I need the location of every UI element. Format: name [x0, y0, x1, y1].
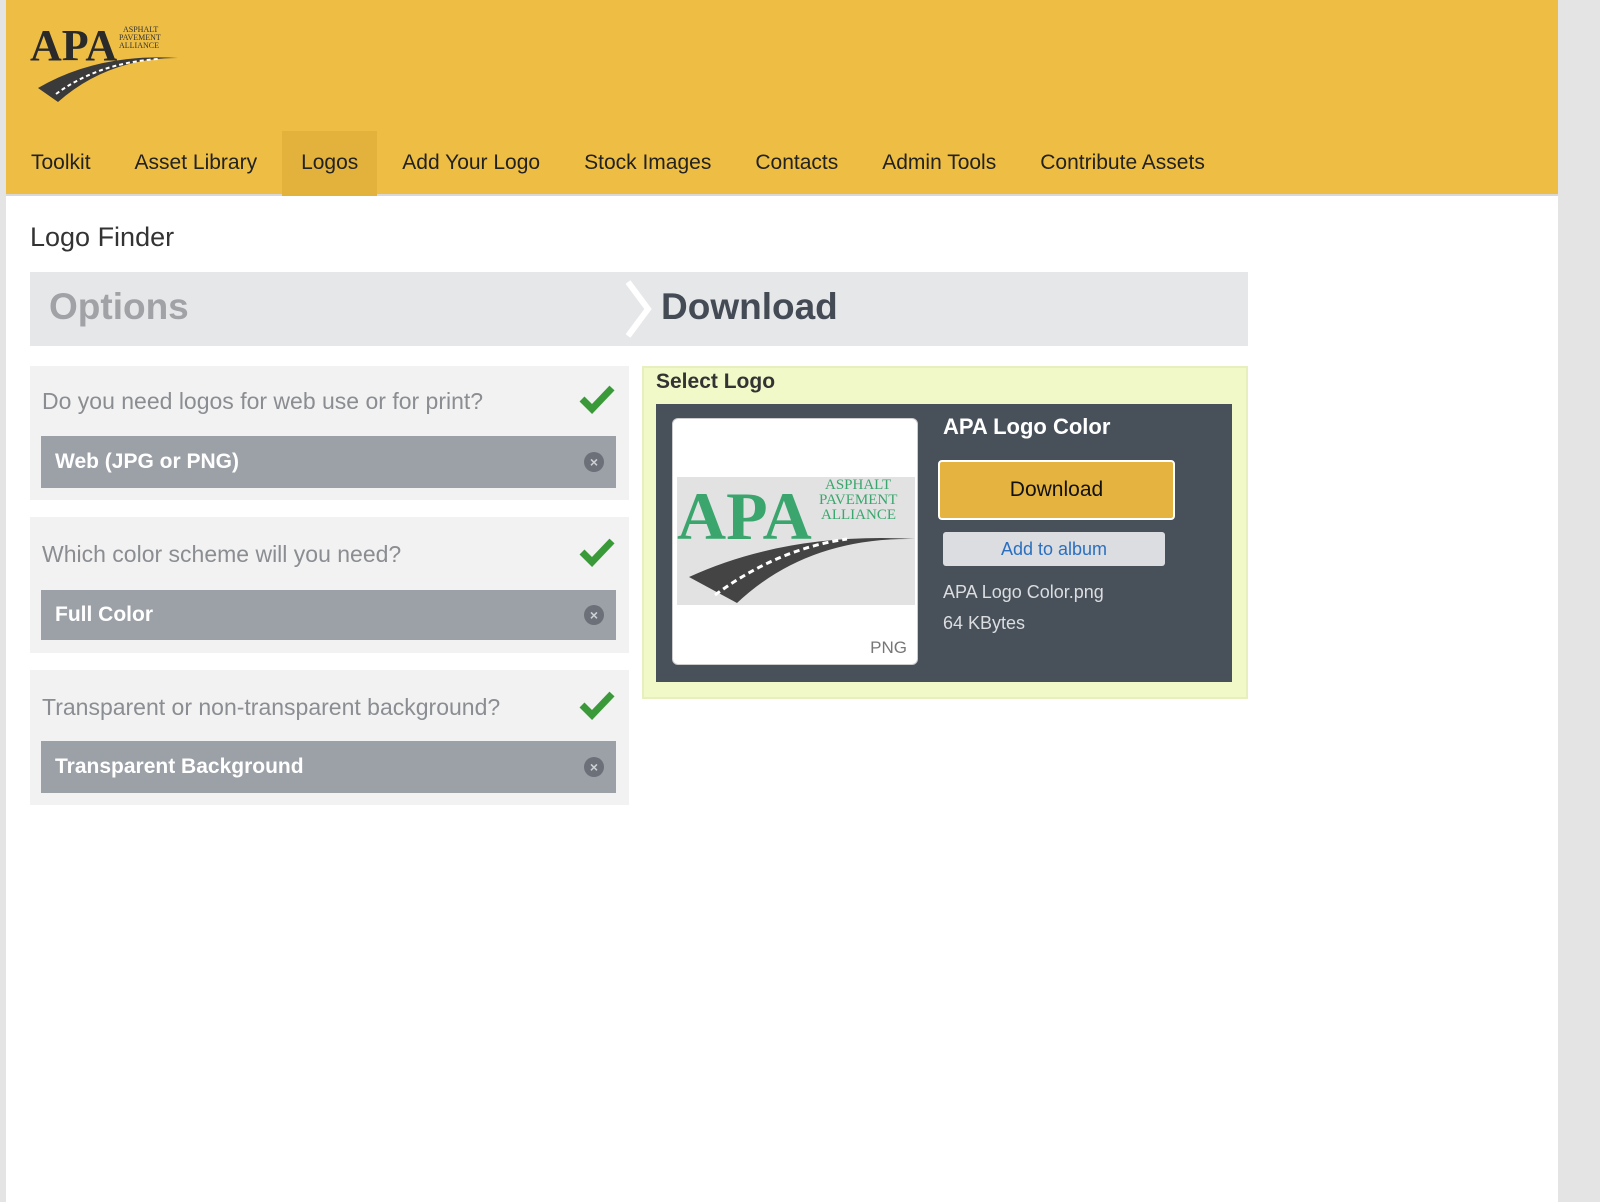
page: APA ASPHALT PAVEMENT ALLIANCE Toolkit As… [6, 0, 1558, 1202]
svg-text:APA: APA [677, 478, 812, 554]
step-bar: Options Download [30, 272, 1248, 346]
question-color: Which color scheme will you need? Full C… [30, 517, 629, 653]
question-text: Do you need logos for web use or for pri… [42, 388, 484, 414]
file-name: APA Logo Color.png [943, 582, 1104, 602]
nav-toolkit[interactable]: Toolkit [12, 131, 110, 196]
nav-contribute-assets[interactable]: Contribute Assets [1021, 131, 1224, 196]
nav-add-your-logo[interactable]: Add Your Logo [383, 131, 559, 196]
svg-text:ASPHALT: ASPHALT [825, 477, 891, 493]
svg-text:ALLIANCE: ALLIANCE [119, 41, 159, 50]
checkmark-icon [579, 385, 615, 414]
nav-asset-library[interactable]: Asset Library [116, 131, 277, 196]
svg-text:APA: APA [30, 21, 117, 70]
main-nav: Toolkit Asset Library Logos Add Your Log… [12, 131, 1230, 196]
answer-color[interactable]: Full Color × [41, 590, 616, 640]
format-label: PNG [870, 638, 907, 657]
clear-icon[interactable]: × [584, 605, 604, 625]
site-header: APA ASPHALT PAVEMENT ALLIANCE Toolkit As… [6, 0, 1558, 196]
nav-stock-images[interactable]: Stock Images [565, 131, 730, 196]
svg-text:PAVEMENT: PAVEMENT [819, 492, 897, 508]
logo-card: APA ASPHALT PAVEMENT ALLIANCE PNG APA Lo… [656, 404, 1232, 682]
apa-color-logo-image: APA ASPHALT PAVEMENT ALLIANCE [677, 477, 915, 605]
download-button[interactable]: Download [938, 460, 1175, 520]
logo-thumbnail[interactable]: APA ASPHALT PAVEMENT ALLIANCE PNG [672, 418, 918, 665]
answer-text: Transparent Background [55, 755, 304, 778]
answer-usage[interactable]: Web (JPG or PNG) × [41, 436, 616, 488]
clear-icon[interactable]: × [584, 757, 604, 777]
question-text: Transparent or non-transparent backgroun… [42, 694, 501, 720]
answer-background[interactable]: Transparent Background × [41, 741, 616, 793]
file-size: 64 KBytes [943, 613, 1026, 633]
nav-logos[interactable]: Logos [282, 131, 378, 196]
checkmark-icon [579, 538, 615, 567]
answer-text: Full Color [55, 603, 153, 626]
chevron-right-icon [626, 280, 652, 338]
clear-icon[interactable]: × [584, 452, 604, 472]
svg-text:ALLIANCE: ALLIANCE [821, 507, 896, 523]
step-download: Download [661, 286, 838, 327]
logo-name: APA Logo Color [943, 414, 1111, 439]
select-logo-panel: Select Logo APA ASPHALT PAVEMENT ALLIANC… [642, 366, 1248, 699]
question-background: Transparent or non-transparent backgroun… [30, 670, 629, 805]
step-options[interactable]: Options [49, 286, 189, 328]
nav-contacts[interactable]: Contacts [736, 131, 857, 196]
checkmark-icon [579, 691, 615, 720]
answer-text: Web (JPG or PNG) [55, 450, 239, 473]
apa-logo[interactable]: APA ASPHALT PAVEMENT ALLIANCE [28, 18, 188, 108]
nav-admin-tools[interactable]: Admin Tools [863, 131, 1015, 196]
add-to-album-button[interactable]: Add to album [943, 532, 1165, 566]
question-text: Which color scheme will you need? [42, 541, 402, 567]
select-logo-heading: Select Logo [656, 370, 776, 393]
page-title: Logo Finder [30, 222, 175, 252]
question-usage: Do you need logos for web use or for pri… [30, 366, 629, 500]
